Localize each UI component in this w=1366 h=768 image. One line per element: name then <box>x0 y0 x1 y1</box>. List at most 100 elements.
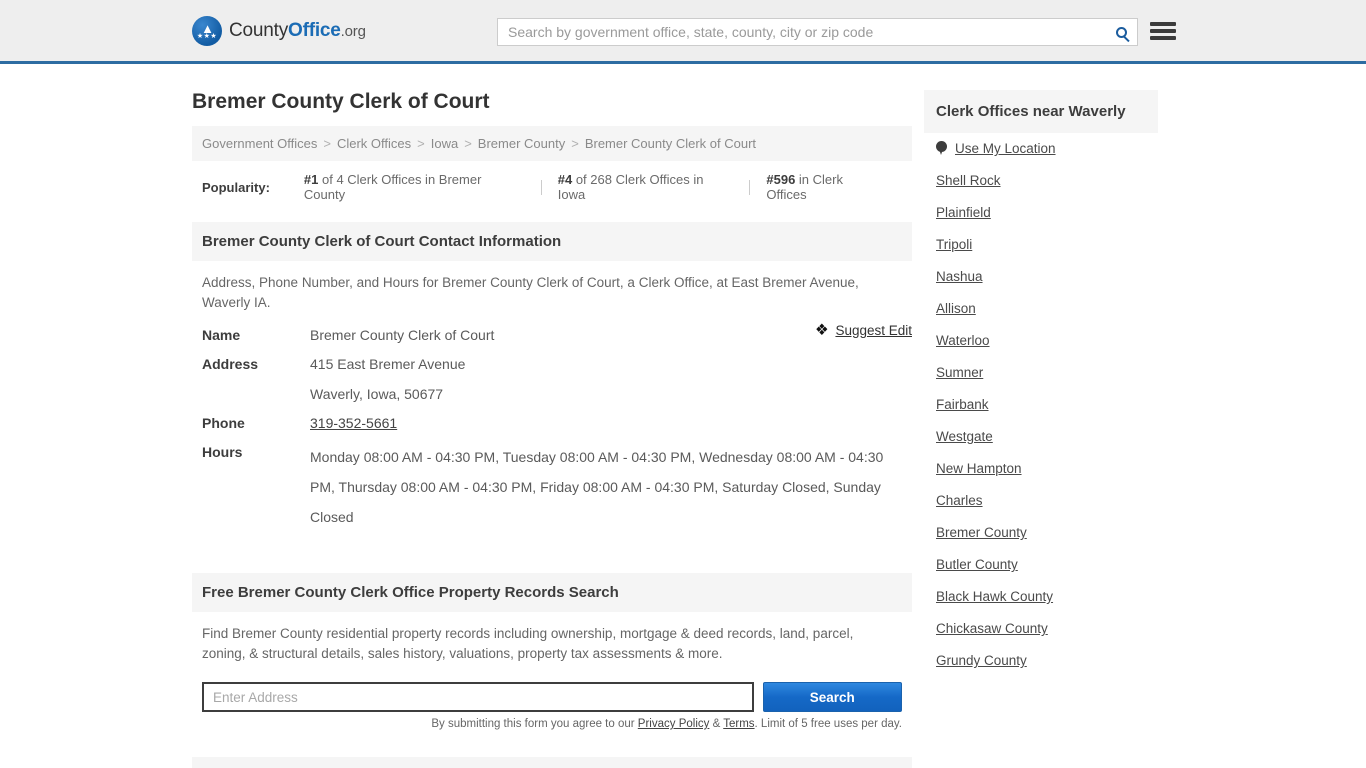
sidebar-item-fairbank[interactable]: Fairbank <box>936 389 1146 421</box>
edit-pencil-icon: ❖ <box>814 321 829 340</box>
sidebar-item-grundy-county[interactable]: Grundy County <box>936 645 1146 677</box>
global-search-bar[interactable] <box>497 18 1138 46</box>
sidebar-item-label[interactable]: Charles <box>936 493 983 508</box>
sidebar-item-label[interactable]: Shell Rock <box>936 173 1001 188</box>
sidebar-item-label[interactable]: Butler County <box>936 557 1018 572</box>
popularity-item-national: #596 in Clerk Offices <box>750 172 902 202</box>
page-title: Bremer County Clerk of Court <box>192 90 490 113</box>
disclaimer-amp: & <box>709 718 724 730</box>
property-search-form: Search <box>192 672 912 712</box>
sidebar-list: Use My Location Shell Rock Plainfield Tr… <box>924 133 1158 677</box>
sidebar-item-bremer-county[interactable]: Bremer County <box>936 517 1146 549</box>
property-search-disclaimer: By submitting this form you agree to our… <box>192 712 912 730</box>
logo-text-part1: County <box>229 19 289 41</box>
contact-info-heading: Bremer County Clerk of Court Contact Inf… <box>192 222 912 261</box>
sidebar-item-label[interactable]: Westgate <box>936 429 993 444</box>
address-line-2: Waverly, Iowa, 50677 <box>310 386 444 402</box>
popularity-text-state: of 268 Clerk Offices in Iowa <box>557 172 704 202</box>
detail-value-address: 415 East Bremer Avenue Waverly, Iowa, 50… <box>310 354 465 405</box>
breadcrumb-item-3[interactable]: Bremer County <box>478 136 565 151</box>
sidebar-item-tripoli[interactable]: Tripoli <box>936 229 1146 261</box>
sidebar-item-label[interactable]: Grundy County <box>936 653 1027 668</box>
hamburger-menu-icon[interactable] <box>1150 19 1176 43</box>
logo-text-part2: Office <box>288 19 341 41</box>
contact-detail-table: ❖ Suggest Edit Name Bremer County Clerk … <box>192 321 912 532</box>
sidebar-item-label[interactable]: Nashua <box>936 269 983 284</box>
sidebar-item-charles[interactable]: Charles <box>936 485 1146 517</box>
popularity-rank-county: #1 <box>303 172 319 187</box>
sidebar-item-chickasaw-county[interactable]: Chickasaw County <box>936 613 1146 645</box>
sidebar-item-butler-county[interactable]: Butler County <box>936 549 1146 581</box>
sidebar-item-label[interactable]: Sumner <box>936 365 983 380</box>
popularity-item-county: #1 of 4 Clerk Offices in Bremer County <box>288 172 541 202</box>
detail-value-name: Bremer County Clerk of Court <box>310 327 495 343</box>
sidebar-item-black-hawk-county[interactable]: Black Hawk County <box>936 581 1146 613</box>
map-pin-icon <box>936 141 947 156</box>
detail-key-address: Address <box>202 356 259 372</box>
sidebar-item-label[interactable]: New Hampton <box>936 461 1022 476</box>
property-search-heading: Free Bremer County Clerk Office Property… <box>192 573 912 612</box>
privacy-policy-link[interactable]: Privacy Policy <box>638 718 710 730</box>
detail-key-name: Name <box>202 327 241 343</box>
sidebar-item-label[interactable]: Fairbank <box>936 397 989 412</box>
sidebar-item-waterloo[interactable]: Waterloo <box>936 325 1146 357</box>
search-submit-button[interactable] <box>1105 19 1137 45</box>
popularity-item-state: #4 of 268 Clerk Offices in Iowa <box>542 172 750 202</box>
map-section-heading: Map of Bremer County Clerk of Court <box>192 757 912 768</box>
disclaimer-suffix: . Limit of 5 free uses per day. <box>754 718 902 730</box>
detail-key-phone: Phone <box>202 415 245 431</box>
page-body: Bremer County Clerk of Court Government … <box>0 64 1366 768</box>
address-line-1: 415 East Bremer Avenue <box>310 356 466 372</box>
site-header: ▲ ★★★ CountyOffice.org <box>0 0 1366 64</box>
breadcrumb-separator: > <box>323 136 331 151</box>
eagle-emblem-icon: ▲ ★★★ <box>192 15 222 46</box>
address-input[interactable] <box>202 682 754 712</box>
breadcrumb: Government Offices > Clerk Offices > Iowa > Br… <box>192 126 912 161</box>
sidebar-item-label[interactable]: Use My Location <box>955 141 1056 156</box>
sidebar-item-label[interactable]: Plainfield <box>936 205 991 220</box>
contact-info-description: Address, Phone Number, and Hours for Bre… <box>202 275 859 310</box>
detail-row-address: Address 415 East Bremer Avenue Waverly, … <box>202 354 902 405</box>
sidebar-item-use-my-location[interactable]: Use My Location <box>936 133 1146 165</box>
sidebar-item-label[interactable]: Black Hawk County <box>936 589 1053 604</box>
phone-link[interactable]: 319-352-5661 <box>310 415 397 431</box>
main-column: Bremer County Clerk of Court Government … <box>192 64 912 768</box>
detail-row-name: Name Bremer County Clerk of Court <box>202 325 902 346</box>
sidebar-item-westgate[interactable]: Westgate <box>936 421 1146 453</box>
popularity-row: Popularity: #1 of 4 Clerk Offices in Bre… <box>192 161 912 213</box>
logo-text: CountyOffice.org <box>229 20 366 42</box>
sidebar-item-new-hampton[interactable]: New Hampton <box>936 453 1146 485</box>
search-input[interactable] <box>498 19 1105 45</box>
breadcrumb-item-0[interactable]: Government Offices <box>202 136 317 151</box>
sidebar-item-label[interactable]: Allison <box>936 301 976 316</box>
breadcrumb-item-4: Bremer County Clerk of Court <box>584 136 757 151</box>
sidebar-item-sumner[interactable]: Sumner <box>936 357 1146 389</box>
disclaimer-prefix: By submitting this form you agree to our <box>431 718 638 730</box>
site-logo[interactable]: ▲ ★★★ CountyOffice.org <box>192 15 366 46</box>
property-search-description: Find Bremer County residential property … <box>202 626 854 661</box>
sidebar-item-label[interactable]: Waterloo <box>936 333 990 348</box>
detail-row-hours: Hours Monday 08:00 AM - 04:30 PM, Tuesda… <box>202 442 902 532</box>
sidebar-item-plainfield[interactable]: Plainfield <box>936 197 1146 229</box>
popularity-label: Popularity: <box>202 179 270 195</box>
suggest-edit-button[interactable]: ❖ Suggest Edit <box>814 321 912 340</box>
terms-link[interactable]: Terms <box>723 718 754 730</box>
sidebar-item-nashua[interactable]: Nashua <box>936 261 1146 293</box>
popularity-rank-state: #4 <box>557 172 573 187</box>
sidebar-item-shell-rock[interactable]: Shell Rock <box>936 165 1146 197</box>
popularity-text-county: of 4 Clerk Offices in Bremer County <box>303 172 482 202</box>
sidebar-item-allison[interactable]: Allison <box>936 293 1146 325</box>
detail-key-hours: Hours <box>202 444 243 460</box>
sidebar-item-label[interactable]: Bremer County <box>936 525 1027 540</box>
suggest-edit-label: Suggest Edit <box>835 323 912 338</box>
property-search-button[interactable]: Search <box>762 682 902 712</box>
sidebar-heading: Clerk Offices near Waverly <box>924 90 1158 133</box>
breadcrumb-separator: > <box>464 136 472 151</box>
breadcrumb-separator: > <box>417 136 425 151</box>
sidebar-item-label[interactable]: Tripoli <box>936 237 972 252</box>
breadcrumb-separator: > <box>571 136 579 151</box>
sidebar-item-label[interactable]: Chickasaw County <box>936 621 1048 636</box>
breadcrumb-item-2[interactable]: Iowa <box>431 136 458 151</box>
detail-value-phone: 319-352-5661 <box>310 413 397 434</box>
breadcrumb-item-1[interactable]: Clerk Offices <box>337 136 411 151</box>
